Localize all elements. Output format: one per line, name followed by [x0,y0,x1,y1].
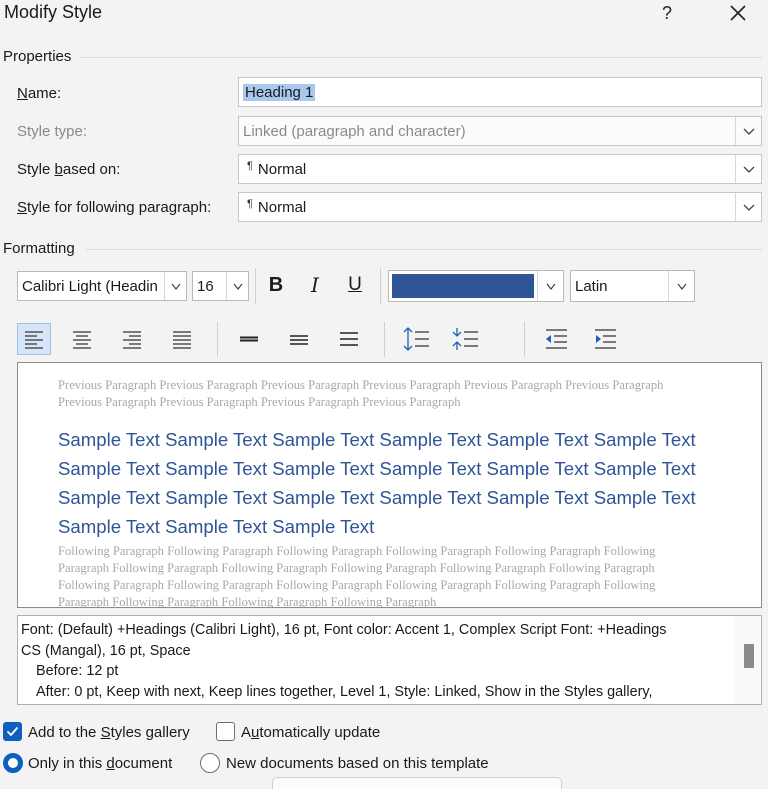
description-line: Before: 12 pt [36,663,119,679]
description-line: Font: (Default) +Headings (Calibri Light… [21,622,667,638]
add-to-gallery-label: Add to the Styles gallery [28,724,190,741]
font-color-swatch [392,274,534,298]
name-input[interactable]: Heading 1 [238,77,762,107]
double-spacing-icon [340,332,358,346]
style-type-label: Style type: [17,123,88,140]
properties-divider [80,57,762,58]
formatting-section-label: Formatting [3,240,75,257]
chevron-down-icon [677,283,686,290]
close-icon [730,5,746,21]
auto-update-label: Automatically update [241,724,381,741]
properties-section-label: Properties [3,48,72,65]
justify-icon [173,331,191,349]
dialog-title: Modify Style [4,2,103,22]
script-select[interactable]: Latin [570,270,695,302]
decrease-indent-icon [546,329,567,349]
new-documents-radio[interactable] [200,753,220,773]
font-name-select[interactable]: Calibri Light (Headin [17,271,187,301]
style-type-value: Linked (paragraph and character) [243,122,466,140]
new-documents-label: New documents based on this template [226,755,489,772]
align-center-icon [73,331,91,349]
font-color-select[interactable] [388,270,564,302]
based-on-label: Style based on: [17,161,121,178]
pilcrow-icon: ¶ [247,160,253,172]
based-on-select[interactable]: ¶ Normal [238,154,762,184]
italic-button[interactable]: I [300,270,330,300]
style-type-select[interactable]: Linked (paragraph and character) [238,116,762,146]
toolbar-separator [380,268,381,304]
sample-text-preview: Sample Text Sample Text Sample Text Samp… [58,429,696,537]
following-paragraph-value: Normal [257,198,307,216]
increase-spacing-icon [403,327,429,351]
style-preview: Previous Paragraph Previous Paragraph Pr… [17,362,762,608]
justify-button[interactable] [165,323,199,355]
based-on-value: Normal [257,160,307,178]
previous-paragraph-preview: Previous Paragraph Previous Paragraph Pr… [58,378,664,409]
format-button[interactable] [272,777,562,789]
single-spacing-icon [240,336,258,342]
increase-indent-button[interactable] [588,323,622,355]
chevron-down-icon [171,283,180,290]
align-left-button[interactable] [17,323,51,355]
double-spacing-button[interactable] [332,323,366,355]
align-right-button[interactable] [115,323,149,355]
chevron-down-icon [546,283,555,290]
auto-update-checkbox[interactable] [216,722,235,741]
name-input-value: Heading 1 [243,83,316,101]
chevron-down-icon [743,166,754,173]
underline-button[interactable]: U [340,270,370,300]
decrease-indent-button[interactable] [539,323,573,355]
toolbar-separator [255,268,256,304]
toolbar-separator [524,322,525,357]
add-to-gallery-checkbox[interactable] [3,722,22,741]
one-half-spacing-icon [290,335,308,345]
style-type-dropdown[interactable] [735,117,761,145]
align-right-icon [123,331,141,349]
decrease-spacing-icon [452,328,478,350]
chevron-down-icon [743,204,754,211]
script-value: Latin [575,277,608,295]
chevron-down-icon [743,128,754,135]
description-line: After: 0 pt, Keep with next, Keep lines … [36,683,653,700]
single-spacing-button[interactable] [232,323,266,355]
toolbar-separator [217,322,218,357]
font-name-dropdown[interactable] [164,272,186,300]
close-button[interactable] [720,0,756,26]
font-name-value: Calibri Light (Headin [22,277,158,295]
pilcrow-icon: ¶ [247,198,253,210]
based-on-dropdown[interactable] [735,155,761,183]
scrollbar-thumb[interactable] [744,644,754,668]
help-button[interactable]: ? [652,0,682,26]
following-paragraph-label: Style for following paragraph: [17,199,212,216]
one-half-spacing-button[interactable] [282,323,316,355]
name-label: Name: [17,85,62,102]
font-size-dropdown[interactable] [226,272,248,300]
font-color-dropdown[interactable] [537,271,563,301]
style-description: Font: (Default) +Headings (Calibri Light… [17,615,762,705]
decrease-spacing-button[interactable] [448,323,482,355]
script-dropdown[interactable] [668,271,694,301]
checkmark-icon [6,726,19,737]
chevron-down-icon [233,283,242,290]
align-left-icon [25,331,43,349]
formatting-divider [86,249,762,250]
description-line: CS (Mangal), 16 pt, Space [21,642,191,659]
only-this-document-radio[interactable] [3,753,23,773]
font-size-select[interactable]: 16 [192,271,249,301]
following-paragraph-preview: Following Paragraph Following Paragraph … [58,544,656,608]
following-paragraph-select[interactable]: ¶ Normal [238,192,762,222]
description-scrollbar[interactable] [735,616,761,704]
toolbar-separator [384,322,385,357]
align-center-button[interactable] [65,323,99,355]
bold-button[interactable]: B [261,270,291,300]
following-paragraph-dropdown[interactable] [735,193,761,221]
font-size-value: 16 [197,277,214,295]
increase-indent-icon [595,329,616,349]
increase-spacing-button[interactable] [399,323,433,355]
only-this-document-label: Only in this document [28,755,173,772]
